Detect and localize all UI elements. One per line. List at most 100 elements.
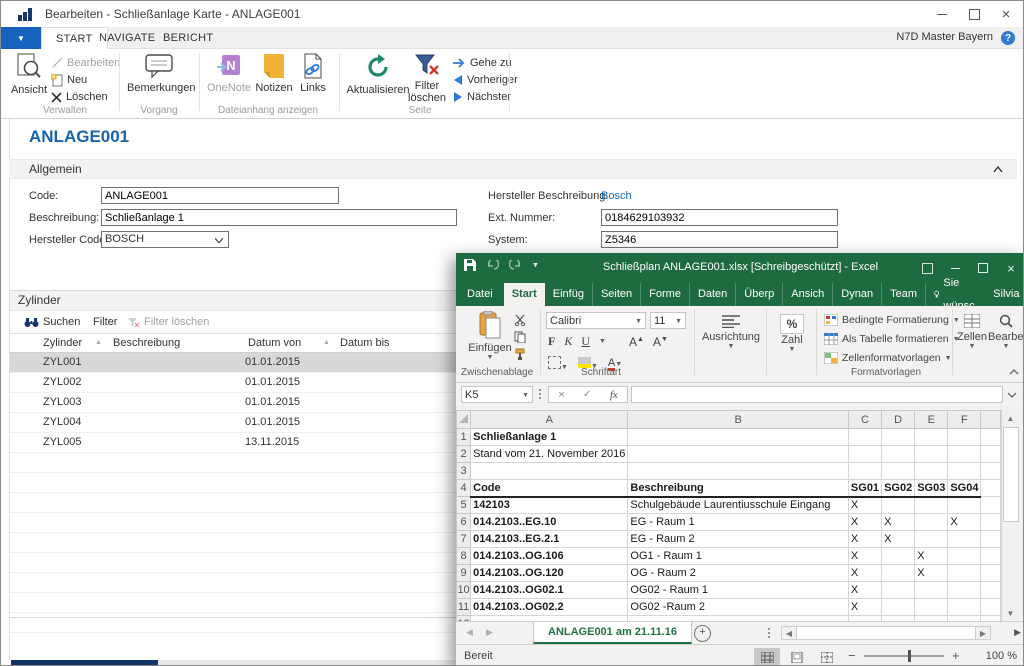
cell[interactable] (981, 548, 1001, 565)
sheet-next-icon[interactable]: ▶ (486, 627, 493, 638)
cell[interactable]: OG1 - Raum 1 (628, 548, 849, 565)
row-header[interactable]: 5 (457, 497, 471, 514)
cell[interactable] (882, 582, 915, 599)
cell[interactable] (948, 565, 981, 582)
hscroll-far-right-icon[interactable]: ▶ (1014, 627, 1021, 638)
number-format-button[interactable]: % Zahl ▼ (772, 314, 812, 353)
cell[interactable]: X (882, 531, 915, 548)
excel-close-button[interactable]: × (997, 253, 1024, 283)
cell[interactable]: SG01 (848, 480, 881, 497)
minimize-button[interactable] (927, 1, 957, 27)
section-allgemein[interactable]: Allgemein (9, 159, 1017, 179)
zoom-slider-track[interactable] (864, 655, 944, 657)
scrollbar-thumb[interactable] (1003, 427, 1019, 522)
cell[interactable]: X (848, 582, 881, 599)
hscroll-right-icon[interactable]: ▶ (976, 627, 990, 639)
collapse-chevron-icon[interactable] (993, 166, 1003, 173)
cell[interactable] (882, 497, 915, 514)
column-header[interactable]: A (471, 411, 628, 429)
cell[interactable] (981, 429, 1001, 446)
tab-dynamics[interactable]: Dynan (833, 283, 882, 306)
cell[interactable] (981, 480, 1001, 497)
page-break-view-button[interactable] (814, 648, 840, 666)
cell[interactable]: EG - Raum 1 (628, 514, 849, 531)
cell[interactable]: X (915, 548, 948, 565)
notizen-button[interactable]: Notizen (253, 53, 295, 94)
formula-input[interactable] (631, 386, 1003, 403)
cell[interactable] (915, 497, 948, 514)
cell[interactable] (948, 429, 981, 446)
cell[interactable] (848, 463, 881, 480)
cell[interactable] (628, 463, 849, 480)
alignment-button[interactable]: Ausrichtung ▼ (700, 314, 762, 350)
italic-button[interactable]: K (564, 334, 572, 349)
close-button[interactable]: × (991, 1, 1021, 27)
cell[interactable]: Beschreibung (628, 480, 849, 497)
bemerkungen-button[interactable]: Bemerkungen (127, 53, 191, 94)
cell[interactable] (628, 446, 849, 463)
cell[interactable]: SG03 (915, 480, 948, 497)
paste-button[interactable]: Einfügen ▼ (464, 311, 516, 361)
cell[interactable] (948, 582, 981, 599)
cell[interactable] (981, 582, 1001, 599)
cell[interactable]: X (882, 514, 915, 531)
cell[interactable]: SG04 (948, 480, 981, 497)
bold-button[interactable]: F (548, 334, 555, 349)
column-header[interactable]: E (915, 411, 948, 429)
cell[interactable]: 014.2103..OG02.1 (471, 582, 628, 599)
row-header[interactable]: 7 (457, 531, 471, 548)
zoom-slider-thumb[interactable] (908, 650, 911, 662)
tab-team[interactable]: Team (882, 283, 926, 306)
beschreibung-field[interactable] (101, 209, 457, 226)
cell[interactable]: Stand vom 21. November 2016 (471, 446, 628, 463)
maximize-button[interactable] (959, 1, 989, 27)
application-menu-button[interactable]: ▼ (1, 27, 41, 49)
tell-me-box[interactable]: Sie wünsc (926, 283, 985, 306)
tab-datei[interactable]: Datei (456, 283, 504, 306)
cell[interactable] (915, 446, 948, 463)
ansicht-button[interactable]: Ansicht (9, 53, 49, 96)
filter-loeschen-list-button[interactable]: Filter löschen (127, 315, 209, 329)
cells-button[interactable]: Zellen ▼ (956, 314, 988, 350)
cell[interactable] (915, 531, 948, 548)
cell[interactable]: OG02 -Raum 2 (628, 599, 849, 616)
editing-button[interactable]: Bearbeiten ▼ (988, 314, 1024, 350)
scroll-down-icon[interactable]: ▼ (1002, 605, 1019, 621)
hersteller-beschreibung-value[interactable]: Bosch (601, 190, 632, 202)
gehe-zu-button[interactable]: Gehe zu (453, 56, 512, 70)
enter-icon[interactable]: ✓ (583, 389, 591, 400)
select-all-corner[interactable] (457, 411, 471, 429)
font-size-select[interactable]: 11▼ (650, 312, 686, 329)
cell[interactable] (628, 429, 849, 446)
cell[interactable]: SG02 (882, 480, 915, 497)
column-header-datum-von[interactable]: Datum von (248, 337, 301, 349)
row-header[interactable]: 4 (457, 480, 471, 497)
column-header-datum-bis[interactable]: Datum bis (340, 337, 390, 349)
cell[interactable]: X (848, 514, 881, 531)
row-header[interactable]: 1 (457, 429, 471, 446)
scroll-up-icon[interactable]: ▲ (1002, 410, 1019, 426)
copy-icon[interactable] (514, 331, 526, 343)
format-painter-icon[interactable] (514, 348, 526, 360)
tab-bericht[interactable]: BERICHT (149, 27, 227, 49)
cell[interactable]: OG - Raum 2 (628, 565, 849, 582)
cell[interactable] (981, 599, 1001, 616)
cell[interactable] (948, 548, 981, 565)
code-field[interactable] (101, 187, 339, 204)
row-header[interactable]: 11 (457, 599, 471, 616)
aktualisieren-button[interactable]: Aktualisieren (345, 53, 411, 96)
cell[interactable]: X (848, 531, 881, 548)
underline-button[interactable]: U (581, 334, 590, 349)
cell[interactable] (981, 497, 1001, 514)
underline-dropdown-icon[interactable]: ▼ (599, 338, 606, 345)
format-as-table-button[interactable]: Als Tabelle formatieren▼ (824, 332, 960, 346)
cell[interactable] (948, 599, 981, 616)
cell[interactable] (882, 548, 915, 565)
cell[interactable] (915, 582, 948, 599)
cell[interactable]: X (948, 514, 981, 531)
column-header[interactable] (981, 411, 1001, 429)
tab-formeln[interactable]: Forme (641, 283, 690, 306)
cell[interactable] (981, 565, 1001, 582)
cell-styles-button[interactable]: Zellenformatvorlagen▼ (824, 351, 952, 365)
cell[interactable] (915, 429, 948, 446)
